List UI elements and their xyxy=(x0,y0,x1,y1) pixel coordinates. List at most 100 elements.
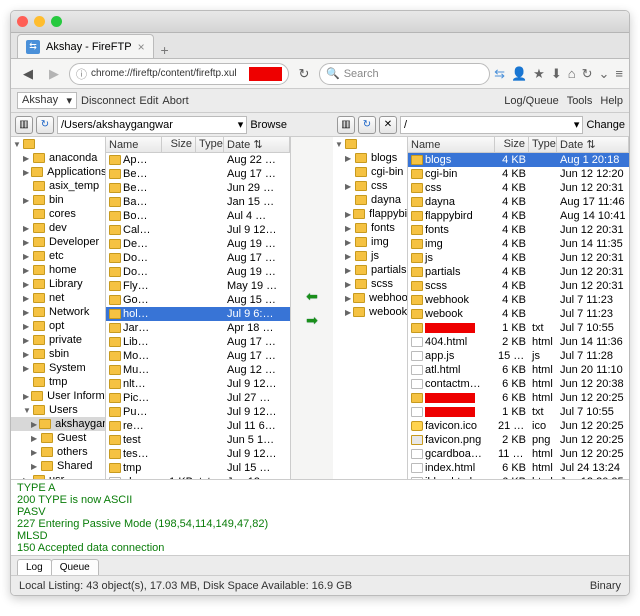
list-row[interactable]: 6 KBhtmlJun 12 20:25 xyxy=(408,391,629,405)
col-name[interactable]: Name xyxy=(106,137,162,152)
change-button[interactable]: Change xyxy=(586,119,625,131)
list-row[interactable]: Ap…Aug 22 … xyxy=(106,153,290,167)
close-tab-icon[interactable]: × xyxy=(138,40,145,54)
list-row[interactable]: contactm…6 KBhtmlJun 12 20:38 xyxy=(408,377,629,391)
col-size[interactable]: Size xyxy=(162,137,196,152)
list-row[interactable]: 404.html2 KBhtmlJun 14 11:36 xyxy=(408,335,629,349)
list-row[interactable]: webook4 KBJul 7 11:23 xyxy=(408,307,629,321)
tree-row[interactable]: ▶opt xyxy=(11,319,105,333)
tree-row[interactable]: asix_temp xyxy=(11,179,105,193)
help-button[interactable]: Help xyxy=(600,95,623,107)
list-row[interactable]: favicon.ico21 KBicoJun 12 20:25 xyxy=(408,419,629,433)
close-window-button[interactable] xyxy=(17,16,28,27)
tree-row[interactable]: ▶sbin xyxy=(11,347,105,361)
menu-icon[interactable]: ≡ xyxy=(615,66,623,82)
tree-row[interactable]: ▶anaconda xyxy=(11,151,105,165)
logqueue-button[interactable]: Log/Queue xyxy=(504,95,558,107)
tree-row[interactable]: ▶Network xyxy=(11,305,105,319)
abort-button[interactable]: Abort xyxy=(162,95,188,107)
forward-button[interactable]: ▶ xyxy=(43,63,65,85)
back-button[interactable]: ◀ xyxy=(17,63,39,85)
list-row[interactable]: 1 KBtxtJul 7 10:55 xyxy=(408,405,629,419)
list-row[interactable]: nlt…Jul 9 12… xyxy=(106,377,290,391)
list-row[interactable]: tmpJul 15 … xyxy=(106,461,290,475)
minimize-window-button[interactable] xyxy=(34,16,45,27)
list-row[interactable]: dayna4 KBAug 17 11:46 xyxy=(408,195,629,209)
url-bar[interactable]: ⓘ xyxy=(69,63,289,85)
tree-row[interactable]: ▶Guest xyxy=(11,431,105,445)
browse-button[interactable]: Browse xyxy=(250,119,287,131)
list-row[interactable]: Do…Aug 19 … xyxy=(106,265,290,279)
tree-row[interactable]: ▶Developer xyxy=(11,235,105,249)
tree-row[interactable]: tmp xyxy=(11,375,105,389)
list-row[interactable]: Be…Jun 29 … xyxy=(106,181,290,195)
tree-row[interactable]: ▶Shared xyxy=(11,459,105,473)
list-row[interactable]: img4 KBJun 14 11:35 xyxy=(408,237,629,251)
fireftp-toolbar-icon[interactable]: ⇆ xyxy=(494,66,505,82)
local-refresh-icon[interactable]: ↻ xyxy=(36,116,54,134)
list-row[interactable]: atl.html6 KBhtmlJun 20 11:10 xyxy=(408,363,629,377)
tree-row[interactable]: ▶scss xyxy=(333,277,407,291)
tree-row[interactable]: ▶Applications xyxy=(11,165,105,179)
tree-row[interactable]: ▶System xyxy=(11,361,105,375)
col-size[interactable]: Size xyxy=(495,137,529,152)
list-row[interactable]: hol…Jul 9 6:… xyxy=(106,307,290,321)
col-name[interactable]: Name xyxy=(408,137,495,152)
list-row[interactable]: Do…Aug 17 … xyxy=(106,251,290,265)
list-row[interactable]: Lib…Aug 17 … xyxy=(106,335,290,349)
tree-row[interactable]: cores xyxy=(11,207,105,221)
list-row[interactable]: Be…Aug 17 … xyxy=(106,167,290,181)
tree-row[interactable]: ▶Library xyxy=(11,277,105,291)
local-list-header[interactable]: Name Size Type Date ⇅ xyxy=(106,137,290,153)
tools-button[interactable]: Tools xyxy=(567,95,593,107)
tree-row[interactable]: ▶etc xyxy=(11,249,105,263)
local-path-input[interactable]: /Users/akshaygangwar ▾ xyxy=(57,116,247,134)
list-row[interactable]: Mo…Aug 17 … xyxy=(106,349,290,363)
list-row[interactable]: app.js15 KBjsJul 7 11:28 xyxy=(408,349,629,363)
tree-row[interactable]: ▶fonts xyxy=(333,221,407,235)
remote-refresh-icon[interactable]: ↻ xyxy=(358,116,376,134)
tree-row[interactable]: ▶js xyxy=(333,249,407,263)
list-row[interactable]: blogs4 KBAug 1 20:18 xyxy=(408,153,629,167)
list-row[interactable]: favicon.png2 KBpngJun 12 20:25 xyxy=(408,433,629,447)
person-icon[interactable]: 👤 xyxy=(511,66,527,82)
tree-row[interactable]: ▼Users xyxy=(11,403,105,417)
list-row[interactable]: Fly…May 19 … xyxy=(106,279,290,293)
tree-row[interactable]: cgi-bin xyxy=(333,165,407,179)
tree-row[interactable]: ▶blogs xyxy=(333,151,407,165)
list-row[interactable]: js4 KBJun 12 20:31 xyxy=(408,251,629,265)
log-area[interactable]: TYPE A200 TYPE is now ASCII PASV227 Ente… xyxy=(11,479,629,555)
local-tree-toggle[interactable]: ▥ xyxy=(15,116,33,134)
list-row[interactable]: Bo…Aul 4 … xyxy=(106,209,290,223)
remote-path-input[interactable]: / ▾ xyxy=(400,116,583,134)
tree-row[interactable]: ▼ xyxy=(333,137,407,151)
info-icon[interactable]: ⓘ xyxy=(76,66,87,82)
account-dropdown[interactable]: Akshay▾ xyxy=(17,92,77,109)
tree-row[interactable]: ▶akshaygangwar xyxy=(11,417,105,431)
tree-row[interactable]: ▶dev xyxy=(11,221,105,235)
list-row[interactable]: Ba…Jan 15 … xyxy=(106,195,290,209)
new-tab-button[interactable]: + xyxy=(154,42,176,58)
list-row[interactable]: re…Jul 11 6… xyxy=(106,419,290,433)
list-row[interactable]: 1 KBtxtJul 7 10:55 xyxy=(408,321,629,335)
remote-tree-toggle[interactable]: ▥ xyxy=(337,116,355,134)
list-row[interactable]: testJun 5 1… xyxy=(106,433,290,447)
list-row[interactable]: Mu…Aug 12 … xyxy=(106,363,290,377)
list-row[interactable]: Cal…Jul 9 12… xyxy=(106,223,290,237)
queue-tab[interactable]: Queue xyxy=(51,559,99,575)
remote-tree[interactable]: ▼▶blogscgi-bin▶cssdayna▶flappybird▶fonts… xyxy=(333,137,408,479)
tree-row[interactable]: ▶css xyxy=(333,179,407,193)
tree-row[interactable]: ▶webhook xyxy=(333,291,407,305)
reload-button[interactable]: ↻ xyxy=(293,63,315,85)
search-bar[interactable]: 🔍 Search xyxy=(319,63,490,85)
list-row[interactable]: De…Aug 19 … xyxy=(106,237,290,251)
bookmark-icon[interactable]: ★ xyxy=(533,66,545,82)
home-icon[interactable]: ⌂ xyxy=(568,66,576,82)
list-row[interactable]: Pic…Jul 27 … xyxy=(106,391,290,405)
tree-row[interactable]: ▶webook xyxy=(333,305,407,319)
url-input[interactable] xyxy=(91,68,245,79)
col-type[interactable]: Type xyxy=(529,137,557,152)
tree-row[interactable]: ▶private xyxy=(11,333,105,347)
list-row[interactable]: Jar…Apr 18 … xyxy=(106,321,290,335)
tree-row[interactable]: ▶partials xyxy=(333,263,407,277)
